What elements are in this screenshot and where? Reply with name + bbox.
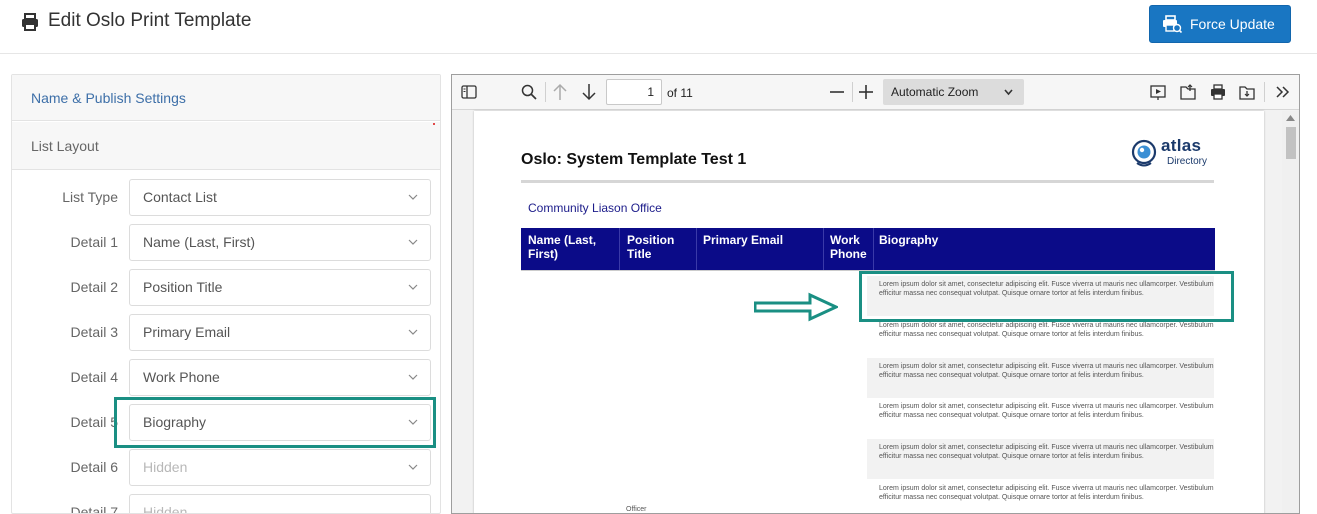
column-header-biography: Biography <box>879 233 939 247</box>
detail-2-value: Position Title <box>143 279 223 295</box>
atlas-logo-text: atlas <box>1161 136 1202 155</box>
open-file-icon[interactable] <box>1179 83 1197 101</box>
detail-6-label: Detail 6 <box>70 459 118 475</box>
detail-3-label: Detail 3 <box>70 324 118 340</box>
toolbar-divider <box>1264 82 1265 102</box>
pdf-title: Oslo: System Template Test 1 <box>521 151 747 168</box>
position-title-cell: Officer <box>626 506 647 513</box>
chevron-down-icon <box>408 329 418 335</box>
tab-name-publish-settings[interactable]: Name & Publish Settings <box>12 75 440 121</box>
zoom-value: Automatic Zoom <box>891 85 979 99</box>
detail-6-select[interactable]: Hidden <box>129 449 431 486</box>
vertical-scrollbar[interactable] <box>1282 111 1299 513</box>
detail-5-highlight <box>114 397 436 448</box>
page-count: of 11 <box>667 86 693 100</box>
download-icon[interactable] <box>1238 83 1256 101</box>
table-header: Name (Last, First) Position Title Primar… <box>521 228 1215 270</box>
annotation-arrow-icon <box>754 292 838 322</box>
chevron-down-icon <box>408 239 418 245</box>
detail-3-select[interactable]: Primary Email <box>129 314 431 351</box>
printer-icon <box>22 13 38 31</box>
tab-list-layout[interactable]: List Layout <box>12 122 440 170</box>
refresh-print-icon <box>1163 15 1182 33</box>
settings-panel: Name & Publish Settings List Layout List… <box>11 74 441 514</box>
zoom-out-icon[interactable] <box>828 83 846 101</box>
pdf-toolbar: 1 of 11 Automatic Zoom <box>452 75 1299 110</box>
detail-7-label: Detail 7 <box>70 504 118 514</box>
detail-2-select[interactable]: Position Title <box>129 269 431 306</box>
toolbar-divider <box>852 82 853 102</box>
detail-5-label: Detail 5 <box>70 414 118 430</box>
zoom-select[interactable]: Automatic Zoom <box>883 79 1024 105</box>
double-chevron-right-icon[interactable] <box>1274 83 1292 101</box>
column-header-email: Primary Email <box>703 233 784 247</box>
chevron-down-icon <box>408 464 418 470</box>
chevron-down-icon <box>408 284 418 290</box>
page-header: Edit Oslo Print Template Force Update <box>0 0 1317 54</box>
column-header-name: Name (Last, First) <box>528 233 597 261</box>
chevron-down-icon <box>1004 89 1013 96</box>
previous-page-icon[interactable] <box>551 83 569 101</box>
page-title: Edit Oslo Print Template <box>48 10 252 31</box>
toolbar-divider <box>545 82 546 102</box>
detail-1-label: Detail 1 <box>70 234 118 250</box>
detail-4-value: Work Phone <box>143 369 220 385</box>
title-rule <box>521 180 1214 183</box>
biography-cell: Lorem ipsum dolor sit amet, consectetur … <box>879 403 1214 419</box>
required-marker <box>433 123 435 125</box>
detail-6-value: Hidden <box>143 459 188 475</box>
column-divider <box>619 228 620 270</box>
column-divider <box>873 228 874 270</box>
next-page-icon[interactable] <box>580 83 598 101</box>
detail-7-value: Hidden <box>143 504 188 514</box>
presentation-mode-icon[interactable] <box>1149 83 1167 101</box>
page-number-input[interactable]: 1 <box>606 79 662 105</box>
detail-4-select[interactable]: Work Phone <box>129 359 431 396</box>
biography-highlight <box>859 271 1234 322</box>
detail-3-value: Primary Email <box>143 324 231 340</box>
column-header-phone: Work Phone <box>830 233 867 261</box>
office-heading: Community Liason Office <box>528 201 662 215</box>
atlas-globe-icon <box>1131 139 1157 167</box>
force-update-button[interactable]: Force Update <box>1149 5 1291 43</box>
column-divider <box>823 228 824 270</box>
list-type-select[interactable]: Contact List <box>129 179 431 216</box>
detail-1-select[interactable]: Name (Last, First) <box>129 224 431 261</box>
detail-4-label: Detail 4 <box>70 369 118 385</box>
atlas-logo: atlas Directory <box>1131 136 1215 169</box>
column-divider <box>696 228 697 270</box>
print-icon[interactable] <box>1209 83 1227 101</box>
detail-2-label: Detail 2 <box>70 279 118 295</box>
sidebar-toggle-icon[interactable] <box>460 83 478 101</box>
scroll-up-icon[interactable] <box>1286 115 1295 121</box>
list-type-label: List Type <box>62 189 118 205</box>
biography-cell: Lorem ipsum dolor sit amet, consectetur … <box>867 439 1214 479</box>
chevron-down-icon <box>408 374 418 380</box>
force-update-label: Force Update <box>1190 16 1275 32</box>
search-icon[interactable] <box>520 83 538 101</box>
list-type-value: Contact List <box>143 189 217 205</box>
detail-7-select[interactable]: Hidden <box>129 494 431 514</box>
column-header-position: Position Title <box>627 233 675 261</box>
biography-cell: Lorem ipsum dolor sit amet, consectetur … <box>879 322 1214 338</box>
atlas-logo-subtext: Directory <box>1167 156 1208 167</box>
detail-1-value: Name (Last, First) <box>143 234 256 250</box>
scroll-thumb[interactable] <box>1286 127 1296 159</box>
chevron-down-icon <box>408 194 418 200</box>
biography-cell: Lorem ipsum dolor sit amet, consectetur … <box>867 358 1214 398</box>
zoom-in-icon[interactable] <box>857 83 875 101</box>
